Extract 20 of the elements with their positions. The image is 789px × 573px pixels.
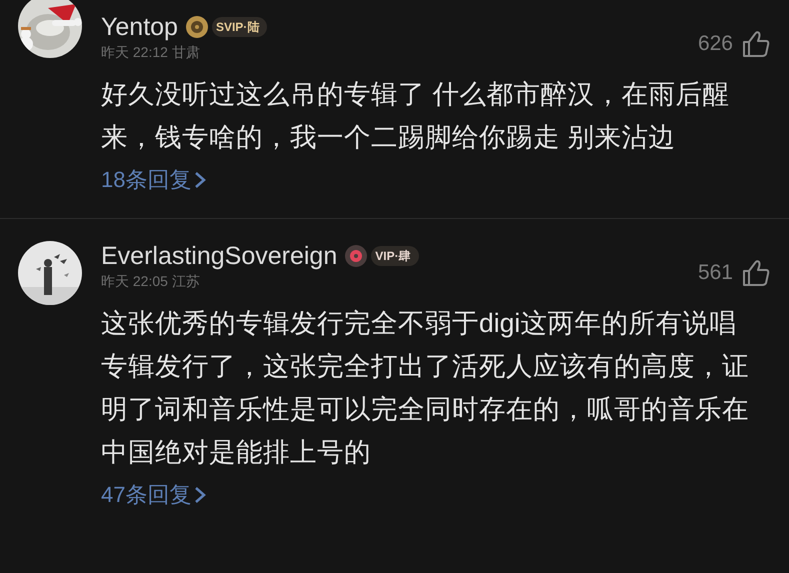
location: 江苏 xyxy=(172,272,200,291)
vip-tag: VIP·肆 xyxy=(371,246,419,266)
username[interactable]: EverlastingSovereign xyxy=(101,241,338,271)
timestamp: 昨天 22:12 xyxy=(101,43,168,62)
disc-icon xyxy=(345,245,368,267)
vip-tag: SVIP·陆 xyxy=(212,17,268,37)
replies-link[interactable]: 47条回复 xyxy=(101,478,208,511)
thumbs-up-icon[interactable] xyxy=(741,258,771,288)
like-count: 626 xyxy=(698,31,733,57)
chevron-icon xyxy=(193,484,208,504)
like-count: 561 xyxy=(698,260,733,286)
chevron-icon xyxy=(193,170,208,190)
disc-icon xyxy=(186,16,208,38)
replies-link[interactable]: 18条回复 xyxy=(101,163,208,196)
thumbs-up-icon[interactable] xyxy=(741,28,771,59)
timestamp: 昨天 22:05 xyxy=(101,272,168,291)
comment-text: 这张优秀的专辑发行完全不弱于digi这两年的所有说唱专辑发行了，这张完全打出了活死人应该有的高度，证明了词和音乐性是可以完全同时存在的，呱哥的音乐在中国绝对是能排上号的 xyxy=(101,307,750,469)
comment-text: 好久没听过这么吊的专辑了 什么都市醉汉，在雨后醒来，钱专啥的，我一个二踢脚给你踢走 别来沾边 xyxy=(101,78,730,154)
location: 甘肃 xyxy=(172,43,200,62)
username[interactable]: Yentop xyxy=(101,12,178,42)
